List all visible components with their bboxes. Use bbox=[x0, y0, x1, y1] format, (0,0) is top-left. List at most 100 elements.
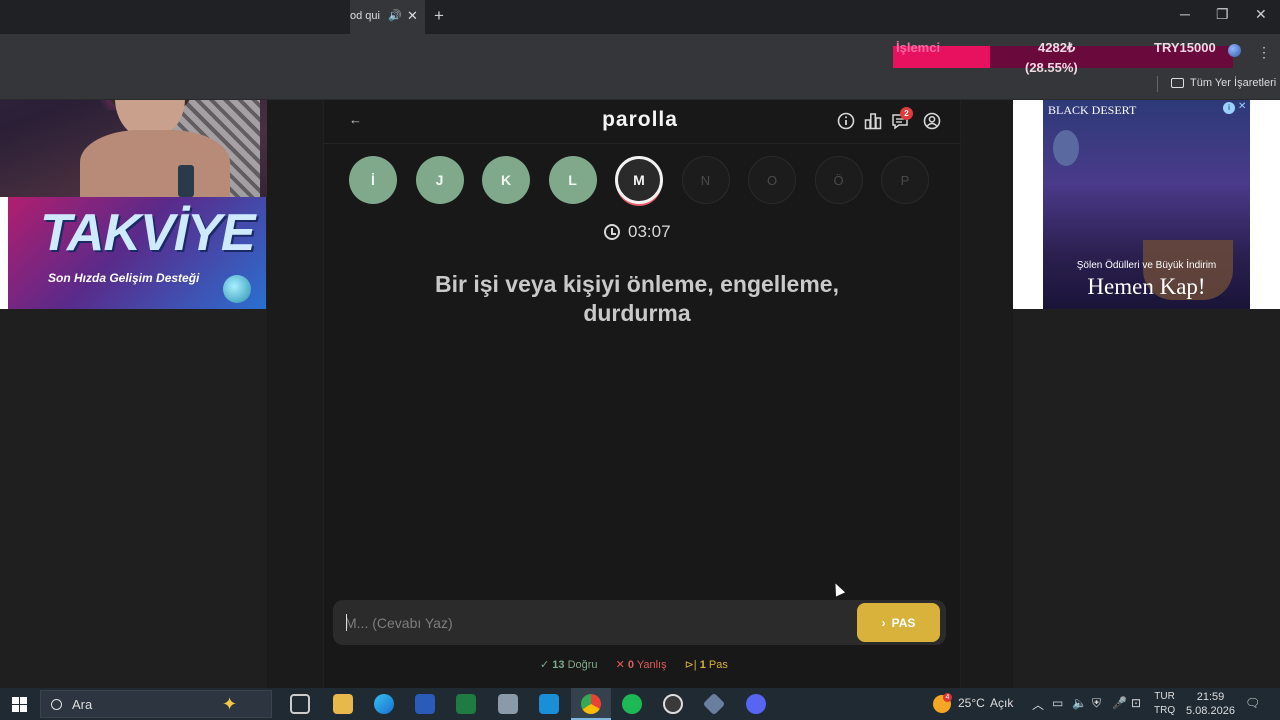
word-icon[interactable] bbox=[415, 694, 435, 714]
profile-icon[interactable] bbox=[923, 112, 941, 130]
wrong-count: 0 bbox=[627, 659, 634, 671]
clock-time: 21:59 bbox=[1196, 691, 1225, 703]
globe-icon bbox=[1228, 44, 1241, 57]
info-icon[interactable] bbox=[837, 112, 855, 130]
security-icon[interactable]: ⛨ bbox=[1092, 696, 1101, 711]
chevron-right-icon: › bbox=[881, 615, 886, 630]
mic-icon[interactable]: 🎤 bbox=[1112, 696, 1127, 710]
new-tab-button[interactable]: + bbox=[434, 6, 444, 26]
answer-input[interactable] bbox=[345, 610, 845, 636]
letter-circle: J bbox=[415, 156, 464, 204]
close-window-icon[interactable]: ✕ bbox=[1255, 6, 1267, 23]
letter-circle: L bbox=[548, 156, 597, 204]
restore-icon[interactable]: ❐ bbox=[1216, 6, 1229, 23]
ad-right-line1: Şölen Ödülleri ve Büyük İndirim bbox=[1076, 260, 1217, 271]
minimize-icon[interactable]: ─ bbox=[1180, 6, 1190, 22]
volume-icon[interactable]: 🔈 bbox=[1072, 696, 1087, 710]
ad-banner-right[interactable]: BLACK DESERT i ✕ Şölen Ödülleri ve Büyük… bbox=[1043, 100, 1250, 309]
correct-count: 13 bbox=[552, 659, 565, 671]
goal-current-value: 4282₺ bbox=[1038, 40, 1076, 55]
chrome-icon[interactable] bbox=[581, 694, 601, 714]
system-clock[interactable]: 21:59 5.08.2026 bbox=[1186, 690, 1235, 718]
notifications-icon[interactable]: 🗨 bbox=[1245, 696, 1260, 710]
countdown-timer: 03:07 bbox=[604, 222, 671, 242]
letter-circle: İ bbox=[349, 156, 397, 204]
bookmarks-bar bbox=[0, 68, 1280, 100]
tray-chevron-icon[interactable]: ︿ bbox=[1032, 696, 1044, 713]
letter-circle: K bbox=[482, 156, 530, 204]
obs-icon[interactable] bbox=[663, 694, 683, 714]
ad-left-subtitle: Son Hızda Gelişim Desteği bbox=[48, 271, 200, 285]
notification-badge: 2 bbox=[900, 107, 913, 120]
ad-banner-left[interactable]: TAKVİYE Son Hızda Gelişim Desteği bbox=[8, 197, 266, 309]
network-icon[interactable]: ⊡ bbox=[1131, 696, 1141, 710]
back-arrow-icon[interactable]: ← bbox=[349, 112, 362, 127]
spotify-icon[interactable] bbox=[622, 694, 642, 714]
copilot-sparkle-icon[interactable]: ✦ bbox=[222, 694, 237, 715]
skip-icon: ⊳| bbox=[684, 659, 697, 671]
discord-icon[interactable] bbox=[746, 694, 766, 714]
clock-date: 5.08.2026 bbox=[1186, 705, 1235, 717]
wrong-label: Yanlış bbox=[636, 659, 667, 671]
goal-percent: (28.55%) bbox=[1025, 60, 1078, 75]
folder-icon bbox=[1171, 78, 1184, 88]
pass-stat: ⊳| 1 Pas bbox=[685, 658, 728, 671]
browser-menu-icon[interactable]: ⋮ bbox=[1257, 44, 1271, 61]
tab-close-icon[interactable]: ✕ bbox=[407, 8, 418, 24]
ad-right-brand: BLACK DESERT bbox=[1048, 103, 1137, 117]
weather-temp[interactable]: 25°C bbox=[958, 696, 985, 710]
question-text: Bir işi veya kişiyi önleme, engelleme, d… bbox=[435, 271, 839, 326]
weather-desc[interactable]: Açık bbox=[990, 696, 1013, 710]
pass-button[interactable]: › PAS bbox=[857, 603, 940, 642]
tab-strip bbox=[0, 0, 1280, 34]
letter-circle: Ö bbox=[814, 156, 863, 204]
donation-goal-overlay: İşlemci 4282₺ (28.55%) TRY15000 bbox=[893, 40, 1241, 75]
pass-label: Pas bbox=[708, 659, 728, 671]
calculator-icon[interactable] bbox=[498, 694, 518, 714]
timer-value: 03:07 bbox=[628, 222, 671, 241]
header-divider bbox=[323, 143, 961, 144]
ad-close-icon[interactable]: ✕ bbox=[1238, 101, 1246, 112]
cross-icon: ✕ bbox=[615, 659, 625, 671]
speaker-icon[interactable]: 🔊 bbox=[388, 9, 402, 22]
edge-icon[interactable] bbox=[374, 694, 394, 714]
wrong-stat: ✕ 0 Yanlış bbox=[616, 658, 667, 671]
site-logo[interactable]: parolla bbox=[540, 108, 740, 132]
language-indicator[interactable]: TUR TRQ bbox=[1154, 690, 1175, 718]
pass-button-label: PAS bbox=[891, 615, 916, 630]
screen: od qui 🔊 ✕ + ─ ❐ ✕ Tüm Yer İşaretleri İş… bbox=[0, 0, 1280, 720]
keyboard-layout: TRQ bbox=[1154, 705, 1176, 716]
task-view-icon[interactable] bbox=[290, 694, 310, 714]
text-caret bbox=[346, 614, 347, 631]
clock-icon bbox=[604, 224, 620, 240]
store-icon[interactable] bbox=[539, 694, 559, 714]
taskbar-search-label: Ara bbox=[72, 696, 93, 712]
score-stats: ✓ 13 Doğru ✕ 0 Yanlış ⊳| 1 Pas bbox=[540, 658, 728, 671]
language-code: TUR bbox=[1154, 691, 1175, 702]
letter-circle: M bbox=[615, 156, 663, 204]
goal-label: İşlemci bbox=[896, 40, 941, 55]
all-bookmarks-label: Tüm Yer İşaretleri bbox=[1190, 77, 1277, 89]
all-bookmarks-folder[interactable]: Tüm Yer İşaretleri bbox=[1171, 77, 1276, 89]
pass-count: 1 bbox=[699, 659, 706, 671]
check-icon: ✓ bbox=[540, 659, 550, 671]
ad-orb-image bbox=[223, 275, 251, 303]
bookmarks-divider bbox=[1157, 76, 1158, 92]
streamer-body bbox=[80, 130, 230, 197]
excel-icon[interactable] bbox=[456, 694, 476, 714]
drink-can bbox=[178, 165, 194, 197]
browser-tab[interactable]: od qui 🔊 ✕ bbox=[350, 0, 425, 34]
windows-start-icon[interactable] bbox=[12, 697, 27, 712]
goal-target: TRY15000 bbox=[1154, 40, 1216, 55]
correct-label: Doğru bbox=[567, 659, 598, 671]
battery-icon[interactable]: ▭ bbox=[1052, 696, 1063, 710]
ad-left-title: TAKVİYE bbox=[40, 204, 256, 262]
ad-left-margin bbox=[0, 197, 8, 309]
leaderboard-icon[interactable] bbox=[864, 112, 882, 130]
file-explorer-icon[interactable] bbox=[333, 694, 353, 714]
tab-title: od qui bbox=[350, 10, 380, 22]
weather-badge: 4 bbox=[943, 693, 952, 702]
taskbar-search[interactable]: Ara bbox=[40, 690, 272, 718]
letter-circle: N bbox=[681, 156, 730, 204]
ad-info-icon[interactable]: i bbox=[1223, 102, 1235, 114]
